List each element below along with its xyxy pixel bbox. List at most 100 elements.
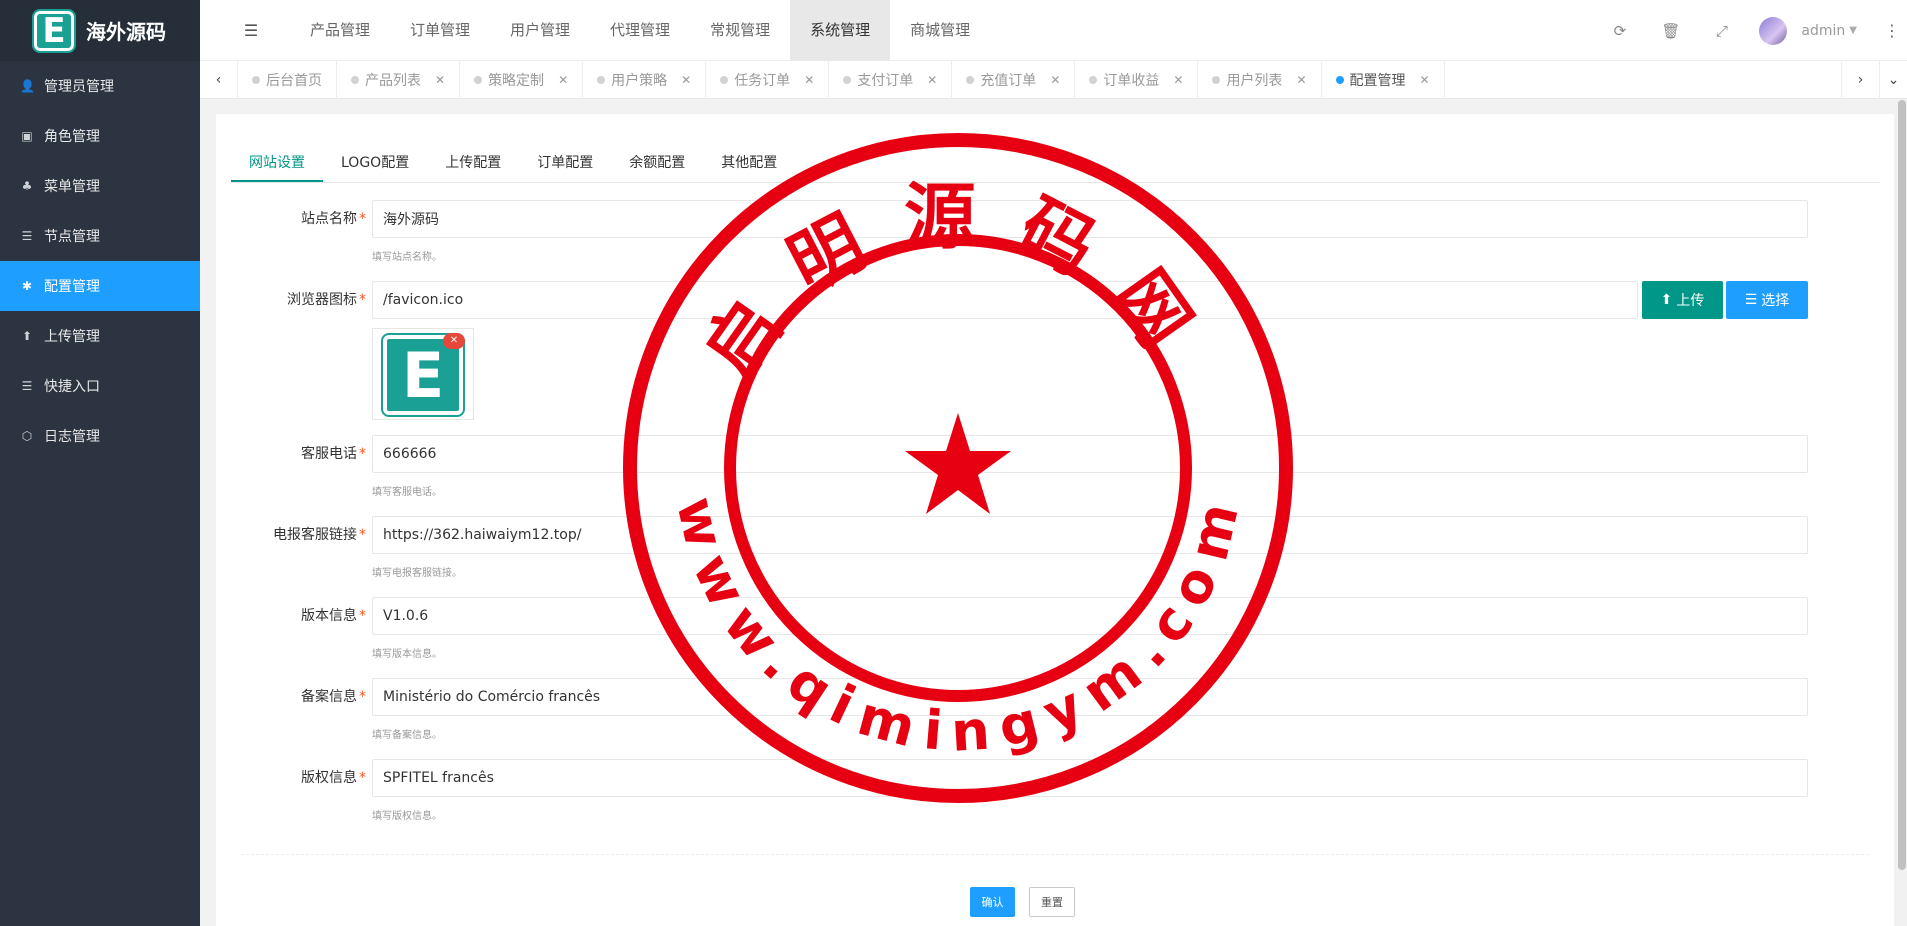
config-card: 网站设置 LOGO配置 上传配置 订单配置 余额配置 其他配置 站点名称* 填写… bbox=[216, 114, 1894, 926]
confirm-button[interactable]: 确认 bbox=[970, 887, 1015, 917]
page-tab-config[interactable]: 配置管理 ✕ bbox=[1322, 60, 1445, 99]
select-button[interactable]: ☰ 选择 bbox=[1726, 281, 1808, 319]
subtab-upload[interactable]: 上传配置 bbox=[427, 143, 519, 182]
sidebar-item-label: 快捷入口 bbox=[44, 379, 100, 395]
role-icon: ▣ bbox=[21, 129, 33, 143]
field-hint: 填写电报客服链接。 bbox=[372, 568, 462, 579]
tab-label: 后台首页 bbox=[266, 72, 322, 89]
shortcut-icon: ☰ bbox=[21, 379, 33, 393]
tab-dot bbox=[474, 75, 483, 84]
nav-item-user[interactable]: 用户管理 bbox=[490, 0, 590, 61]
nav-item-agent[interactable]: 代理管理 bbox=[590, 0, 690, 61]
sidebar-item-upload[interactable]: ⬆ 上传管理 bbox=[0, 311, 200, 361]
chevron-down-icon[interactable]: ⌄ bbox=[1879, 60, 1907, 99]
more-icon[interactable]: ⋮ bbox=[1877, 21, 1907, 40]
fullscreen-icon[interactable]: ⤢ bbox=[1696, 22, 1747, 40]
nav-item-order[interactable]: 订单管理 bbox=[390, 0, 490, 61]
page-tabs: 后台首页 产品列表 ✕ 策略定制 ✕ 用户策略 ✕ 任务订单 ✕ 支付订单 ✕ 充值订单 ✕… bbox=[238, 60, 1445, 99]
sidebar-item-label: 节点管理 bbox=[44, 229, 100, 245]
list-icon: ☰ bbox=[21, 229, 33, 243]
tab-dot bbox=[1335, 75, 1344, 84]
tab-dot bbox=[720, 75, 729, 84]
phone-input[interactable] bbox=[372, 435, 1808, 473]
site-name-input[interactable] bbox=[372, 200, 1808, 238]
trash-icon[interactable]: 🗑 bbox=[1645, 22, 1696, 40]
header-actions: ⟳ 🗑 ⤢ admin ▼ ⋮ bbox=[1594, 0, 1907, 61]
reset-button[interactable]: 重置 bbox=[1029, 887, 1075, 917]
close-icon[interactable]: ✕ bbox=[443, 333, 465, 349]
tab-label: 订单收益 bbox=[1103, 72, 1160, 89]
logo[interactable]: E 海外源码 bbox=[0, 0, 200, 61]
page-tab-pay-order[interactable]: 支付订单 ✕ bbox=[829, 60, 953, 99]
sidebar-item-admin[interactable]: 👤 管理员管理 bbox=[0, 61, 200, 111]
nav-item-system[interactable]: 系统管理 bbox=[790, 0, 891, 61]
version-input[interactable] bbox=[372, 597, 1808, 635]
favicon-input[interactable] bbox=[372, 281, 1638, 319]
field-label: 备案信息 * bbox=[301, 689, 366, 705]
subtab-site[interactable]: 网站设置 bbox=[231, 143, 323, 182]
page-tab-strategy[interactable]: 策略定制 ✕ bbox=[460, 60, 584, 99]
sidebar-item-config[interactable]: ✱ 配置管理 bbox=[0, 261, 200, 311]
subtab-balance[interactable]: 余额配置 bbox=[611, 143, 703, 182]
subtab-other[interactable]: 其他配置 bbox=[703, 143, 795, 182]
menu-toggle-icon[interactable]: ☰ bbox=[226, 21, 276, 40]
copyright-input[interactable] bbox=[372, 759, 1808, 797]
tab-label: 任务订单 bbox=[734, 72, 791, 89]
sidebar-menu: 👤 管理员管理 ▣ 角色管理 ♣ 菜单管理 ☰ 节点管理 ✱ 配置管理 ⬆ 上传管理 ☰ 快捷… bbox=[0, 61, 200, 461]
close-icon[interactable]: ✕ bbox=[558, 73, 568, 87]
close-icon[interactable]: ✕ bbox=[435, 73, 445, 87]
close-icon[interactable]: ✕ bbox=[681, 73, 691, 87]
sidebar-item-label: 角色管理 bbox=[44, 129, 100, 145]
subtab-logo[interactable]: LOGO配置 bbox=[323, 143, 427, 182]
upload-button[interactable]: ⬆ 上传 bbox=[1642, 281, 1723, 319]
page-tab-recharge-order[interactable]: 充值订单 ✕ bbox=[952, 60, 1076, 99]
tab-dot bbox=[597, 75, 606, 84]
user-name[interactable]: admin bbox=[1801, 23, 1845, 39]
page-tab-task-order[interactable]: 任务订单 ✕ bbox=[706, 60, 830, 99]
scrollbar-thumb[interactable] bbox=[1898, 100, 1906, 870]
favicon-preview: E ✕ bbox=[372, 328, 474, 420]
tab-label: 策略定制 bbox=[488, 72, 545, 89]
tab-label: 用户列表 bbox=[1226, 72, 1283, 89]
sidebar-item-label: 管理员管理 bbox=[44, 79, 114, 95]
subtab-order[interactable]: 订单配置 bbox=[519, 143, 611, 182]
avatar[interactable] bbox=[1759, 16, 1788, 45]
sidebar-item-menu[interactable]: ♣ 菜单管理 bbox=[0, 161, 200, 211]
page-tab-home[interactable]: 后台首页 bbox=[238, 60, 337, 99]
nav-item-mall[interactable]: 商城管理 bbox=[890, 0, 990, 61]
sidebar: E 海外源码 👤 管理员管理 ▣ 角色管理 ♣ 菜单管理 ☰ 节点管理 ✱ 配置管理 ⬆ 上… bbox=[0, 0, 200, 926]
page-tab-user-strategy[interactable]: 用户策略 ✕ bbox=[583, 60, 707, 99]
sidebar-item-log[interactable]: ⬡ 日志管理 bbox=[0, 411, 200, 461]
page-tab-order-income[interactable]: 订单收益 ✕ bbox=[1075, 60, 1199, 99]
refresh-icon[interactable]: ⟳ bbox=[1594, 22, 1645, 40]
sidebar-item-shortcut[interactable]: ☰ 快捷入口 bbox=[0, 361, 200, 411]
nav-item-product[interactable]: 产品管理 bbox=[290, 0, 390, 61]
close-icon[interactable]: ✕ bbox=[1296, 73, 1306, 87]
close-icon[interactable]: ✕ bbox=[1173, 73, 1183, 87]
field-hint: 填写备案信息。 bbox=[372, 730, 442, 741]
field-label: 浏览器图标 * bbox=[287, 292, 366, 308]
nav-item-general[interactable]: 常规管理 bbox=[690, 0, 790, 61]
sidebar-item-node[interactable]: ☰ 节点管理 bbox=[0, 211, 200, 261]
config-subtabs: 网站设置 LOGO配置 上传配置 订单配置 余额配置 其他配置 bbox=[231, 143, 1879, 183]
sidebar-item-role[interactable]: ▣ 角色管理 bbox=[0, 111, 200, 161]
chevron-left-icon[interactable]: ‹ bbox=[200, 60, 238, 99]
record-input[interactable] bbox=[372, 678, 1808, 716]
close-icon[interactable]: ✕ bbox=[1420, 73, 1430, 87]
chevron-right-icon[interactable]: › bbox=[1841, 60, 1879, 99]
list-icon: ☰ bbox=[1744, 292, 1758, 308]
tab-label: 支付订单 bbox=[857, 72, 914, 89]
tab-dot bbox=[1212, 75, 1221, 84]
close-icon[interactable]: ✕ bbox=[927, 73, 937, 87]
tab-label: 配置管理 bbox=[1349, 72, 1406, 89]
tab-dot bbox=[843, 75, 852, 84]
tab-dot bbox=[966, 75, 975, 84]
page-tab-product-list[interactable]: 产品列表 ✕ bbox=[337, 60, 461, 99]
log-icon: ⬡ bbox=[21, 429, 33, 443]
close-icon[interactable]: ✕ bbox=[804, 73, 814, 87]
close-icon[interactable]: ✕ bbox=[1050, 73, 1060, 87]
chevron-down-icon[interactable]: ▼ bbox=[1849, 25, 1857, 36]
page-scrollbar[interactable] bbox=[1897, 100, 1907, 926]
telegram-link-input[interactable] bbox=[372, 516, 1808, 554]
page-tab-user-list[interactable]: 用户列表 ✕ bbox=[1198, 60, 1322, 99]
